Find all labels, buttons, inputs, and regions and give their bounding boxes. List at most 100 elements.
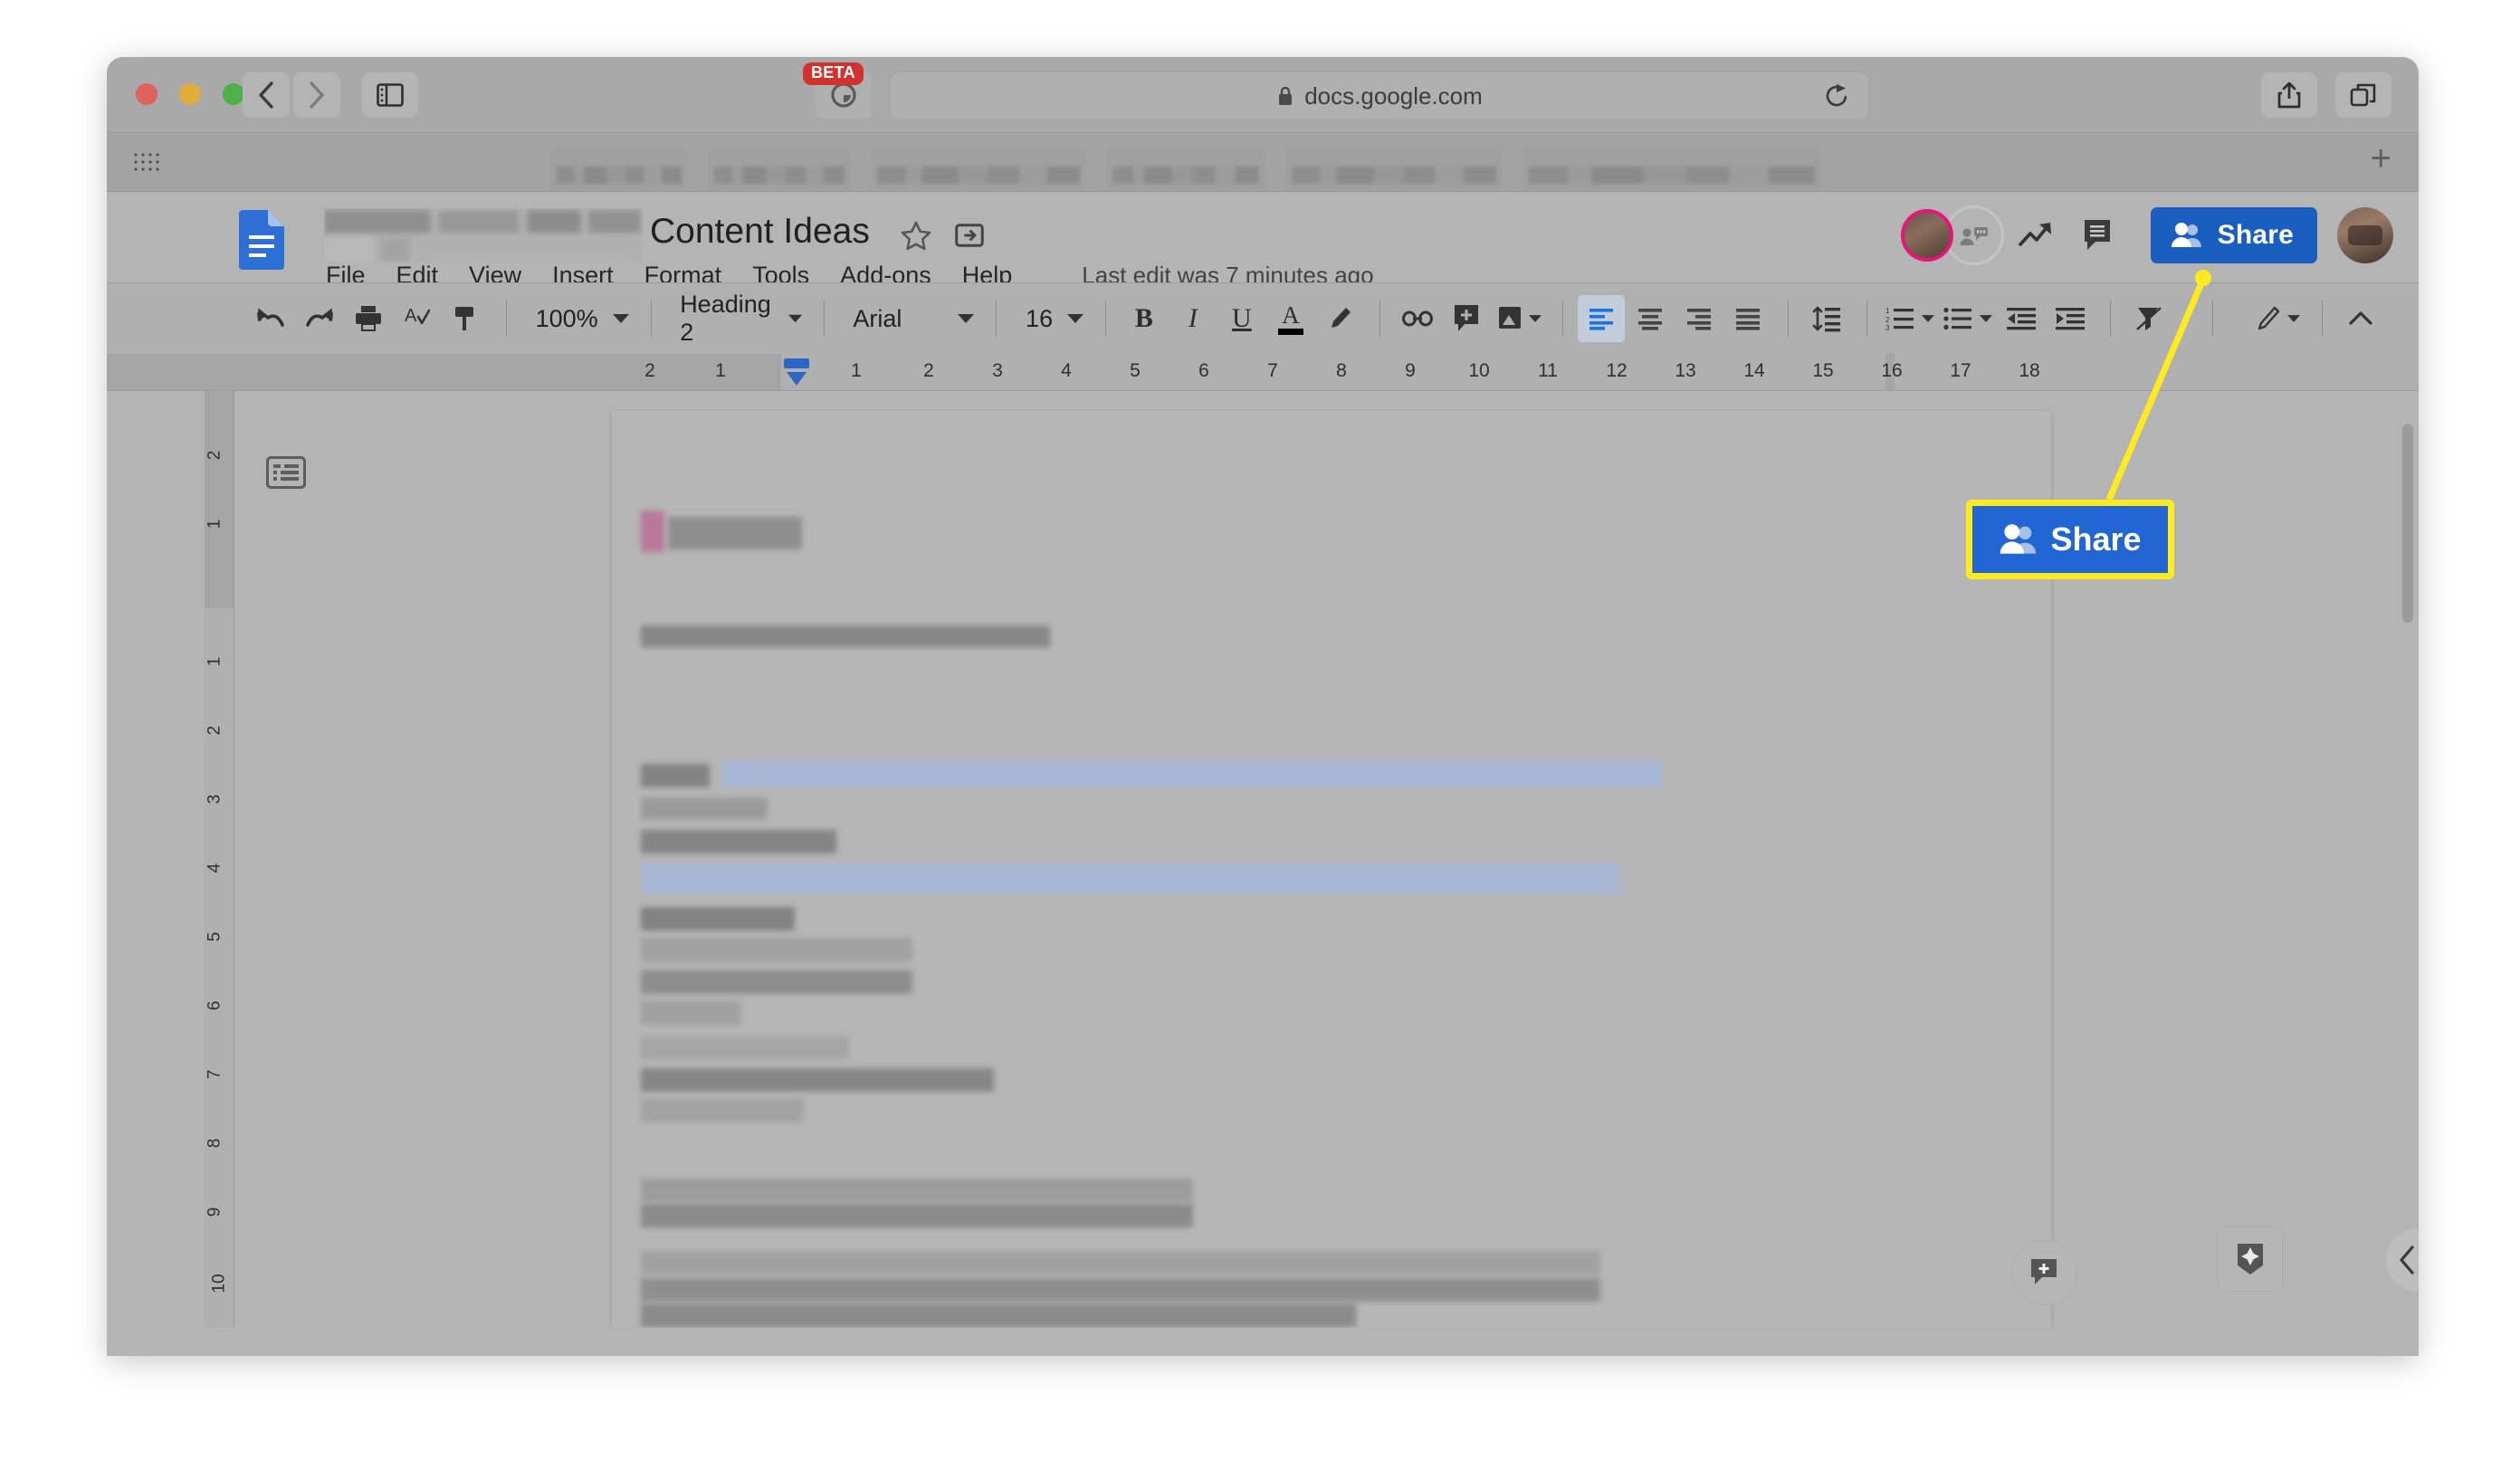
document-page[interactable]	[612, 411, 2051, 1328]
italic-button[interactable]: I	[1169, 295, 1217, 342]
back-button[interactable]	[243, 72, 290, 118]
vruler-label: 1	[205, 519, 224, 530]
tab-overview-grid-icon[interactable]	[132, 151, 159, 175]
browser-titlebar: BETA docs.google.com	[107, 57, 2419, 133]
font-select[interactable]: Arial	[838, 295, 981, 342]
decrease-indent-button[interactable]	[1998, 295, 2045, 342]
page-title[interactable]: Content Ideas	[650, 212, 870, 252]
bulleted-list-button[interactable]	[1940, 295, 1996, 342]
share-button[interactable]: Share	[2150, 207, 2317, 263]
collapse-panel-button[interactable]	[2386, 1228, 2419, 1292]
ruler-label: 6	[1198, 360, 1209, 381]
browser-right-buttons	[2261, 72, 2391, 118]
new-tab-button[interactable]: +	[2371, 140, 2391, 177]
activity-dashboard-icon[interactable]	[2004, 204, 2067, 267]
forward-button[interactable]	[293, 72, 340, 118]
redacted-text-line	[641, 1278, 1600, 1302]
browser-tab[interactable]	[871, 148, 1086, 191]
minimize-window-button[interactable]	[179, 83, 201, 105]
edit-mode-button[interactable]	[2251, 295, 2305, 342]
horizontal-ruler[interactable]: 2 1 1 2 3 4 5 6 7 8 9 10 11 12 13 14 15 …	[107, 354, 2419, 391]
paragraph-style-select[interactable]: Heading 2	[665, 291, 809, 346]
browser-tab[interactable]	[1522, 148, 1821, 191]
redacted-text-line	[641, 1068, 994, 1092]
browser-tab[interactable]	[550, 148, 688, 191]
redo-button[interactable]	[296, 295, 343, 342]
explore-fab-icon	[2238, 1244, 2263, 1274]
browser-tab[interactable]	[1106, 148, 1265, 191]
highlight-button[interactable]	[1316, 295, 1363, 342]
redacted-text-line	[641, 938, 912, 961]
explore-fab[interactable]	[2218, 1227, 2283, 1292]
text-color-button[interactable]: A	[1267, 295, 1314, 342]
print-button[interactable]	[345, 295, 392, 342]
share-annotation-label: Share	[2050, 520, 2142, 558]
vruler-label: 9	[205, 1207, 224, 1217]
document-outline-icon[interactable]	[266, 456, 306, 489]
share-button-label: Share	[2217, 220, 2294, 250]
vertical-ruler[interactable]: 2 1 1 2 3 4 5 6 7 8 9 10	[205, 391, 234, 1328]
collapse-toolbar-button[interactable]	[2337, 295, 2384, 342]
zoom-select[interactable]: 100%	[521, 295, 636, 342]
toolbar-divider	[650, 301, 652, 337]
close-window-button[interactable]	[136, 83, 158, 105]
font-size-select[interactable]: 16	[1011, 295, 1091, 342]
reload-button[interactable]	[1823, 82, 1850, 110]
chevron-down-icon	[612, 314, 629, 323]
ruler-label: 11	[1538, 360, 1558, 381]
align-left-button[interactable]	[1578, 295, 1626, 342]
toolbar-divider	[1866, 301, 1868, 337]
vertical-ruler-margin	[205, 391, 234, 608]
maximize-window-button[interactable]	[223, 83, 244, 105]
bold-button[interactable]: B	[1121, 295, 1168, 342]
paint-format-button[interactable]	[443, 295, 490, 342]
sidebar-toggle-button[interactable]	[362, 72, 418, 118]
ruler-label: 7	[1267, 360, 1278, 381]
redacted-highlighted-line	[722, 760, 1662, 788]
vruler-label: 7	[205, 1069, 224, 1080]
insert-link-button[interactable]	[1394, 295, 1441, 342]
collaborator-avatar[interactable]	[1900, 209, 1953, 262]
redacted-text-line	[641, 1099, 804, 1122]
move-to-folder-icon[interactable]	[953, 219, 986, 252]
share-button[interactable]	[2261, 72, 2317, 118]
toolbar-divider	[2322, 301, 2324, 337]
insert-image-button[interactable]	[1492, 295, 1546, 342]
star-icon[interactable]	[899, 219, 933, 253]
underline-button[interactable]: U	[1218, 295, 1265, 342]
docs-toolbar: A 100% Heading 2 Arial 16 B I U A 1 2 3	[107, 282, 2419, 354]
clear-formatting-button[interactable]	[2125, 295, 2172, 342]
ruler-label: 13	[1675, 360, 1696, 381]
chevron-down-icon	[1528, 315, 1542, 322]
align-center-button[interactable]	[1627, 295, 1674, 342]
show-all-tabs-button[interactable]	[2335, 72, 2391, 118]
browser-tabs	[550, 133, 1821, 191]
vertical-scrollbar[interactable]	[2402, 424, 2413, 623]
comment-history-icon[interactable]	[2067, 204, 2131, 267]
doc-title-block[interactable]	[324, 208, 643, 262]
add-comment-button[interactable]	[1443, 295, 1490, 342]
increase-indent-button[interactable]	[2047, 295, 2094, 342]
window-controls	[136, 83, 244, 105]
redacted-text-line	[641, 1204, 1193, 1227]
browser-tab[interactable]	[708, 148, 851, 191]
redacted-text-line	[641, 970, 912, 994]
line-spacing-button[interactable]	[1803, 295, 1850, 342]
align-justify-button[interactable]	[1724, 295, 1771, 342]
address-bar[interactable]: docs.google.com	[890, 72, 1869, 120]
redacted-text-line	[641, 1001, 740, 1025]
paragraph-style-value: Heading 2	[680, 291, 771, 346]
indent-marker[interactable]	[781, 357, 812, 389]
account-avatar[interactable]	[2337, 207, 2393, 263]
ruler-label: 3	[992, 360, 1003, 381]
redacted-heading	[641, 511, 664, 552]
undo-button[interactable]	[247, 295, 294, 342]
add-comment-fab[interactable]	[2011, 1240, 2076, 1305]
ruler-label: 1	[851, 360, 862, 381]
align-right-button[interactable]	[1675, 295, 1723, 342]
ruler-label: 10	[1468, 360, 1490, 381]
grammarly-extension-button[interactable]: BETA	[803, 62, 872, 119]
numbered-list-button[interactable]: 123	[1882, 295, 1938, 342]
browser-tab[interactable]	[1285, 148, 1503, 191]
spelling-check-button[interactable]: A	[394, 295, 441, 342]
